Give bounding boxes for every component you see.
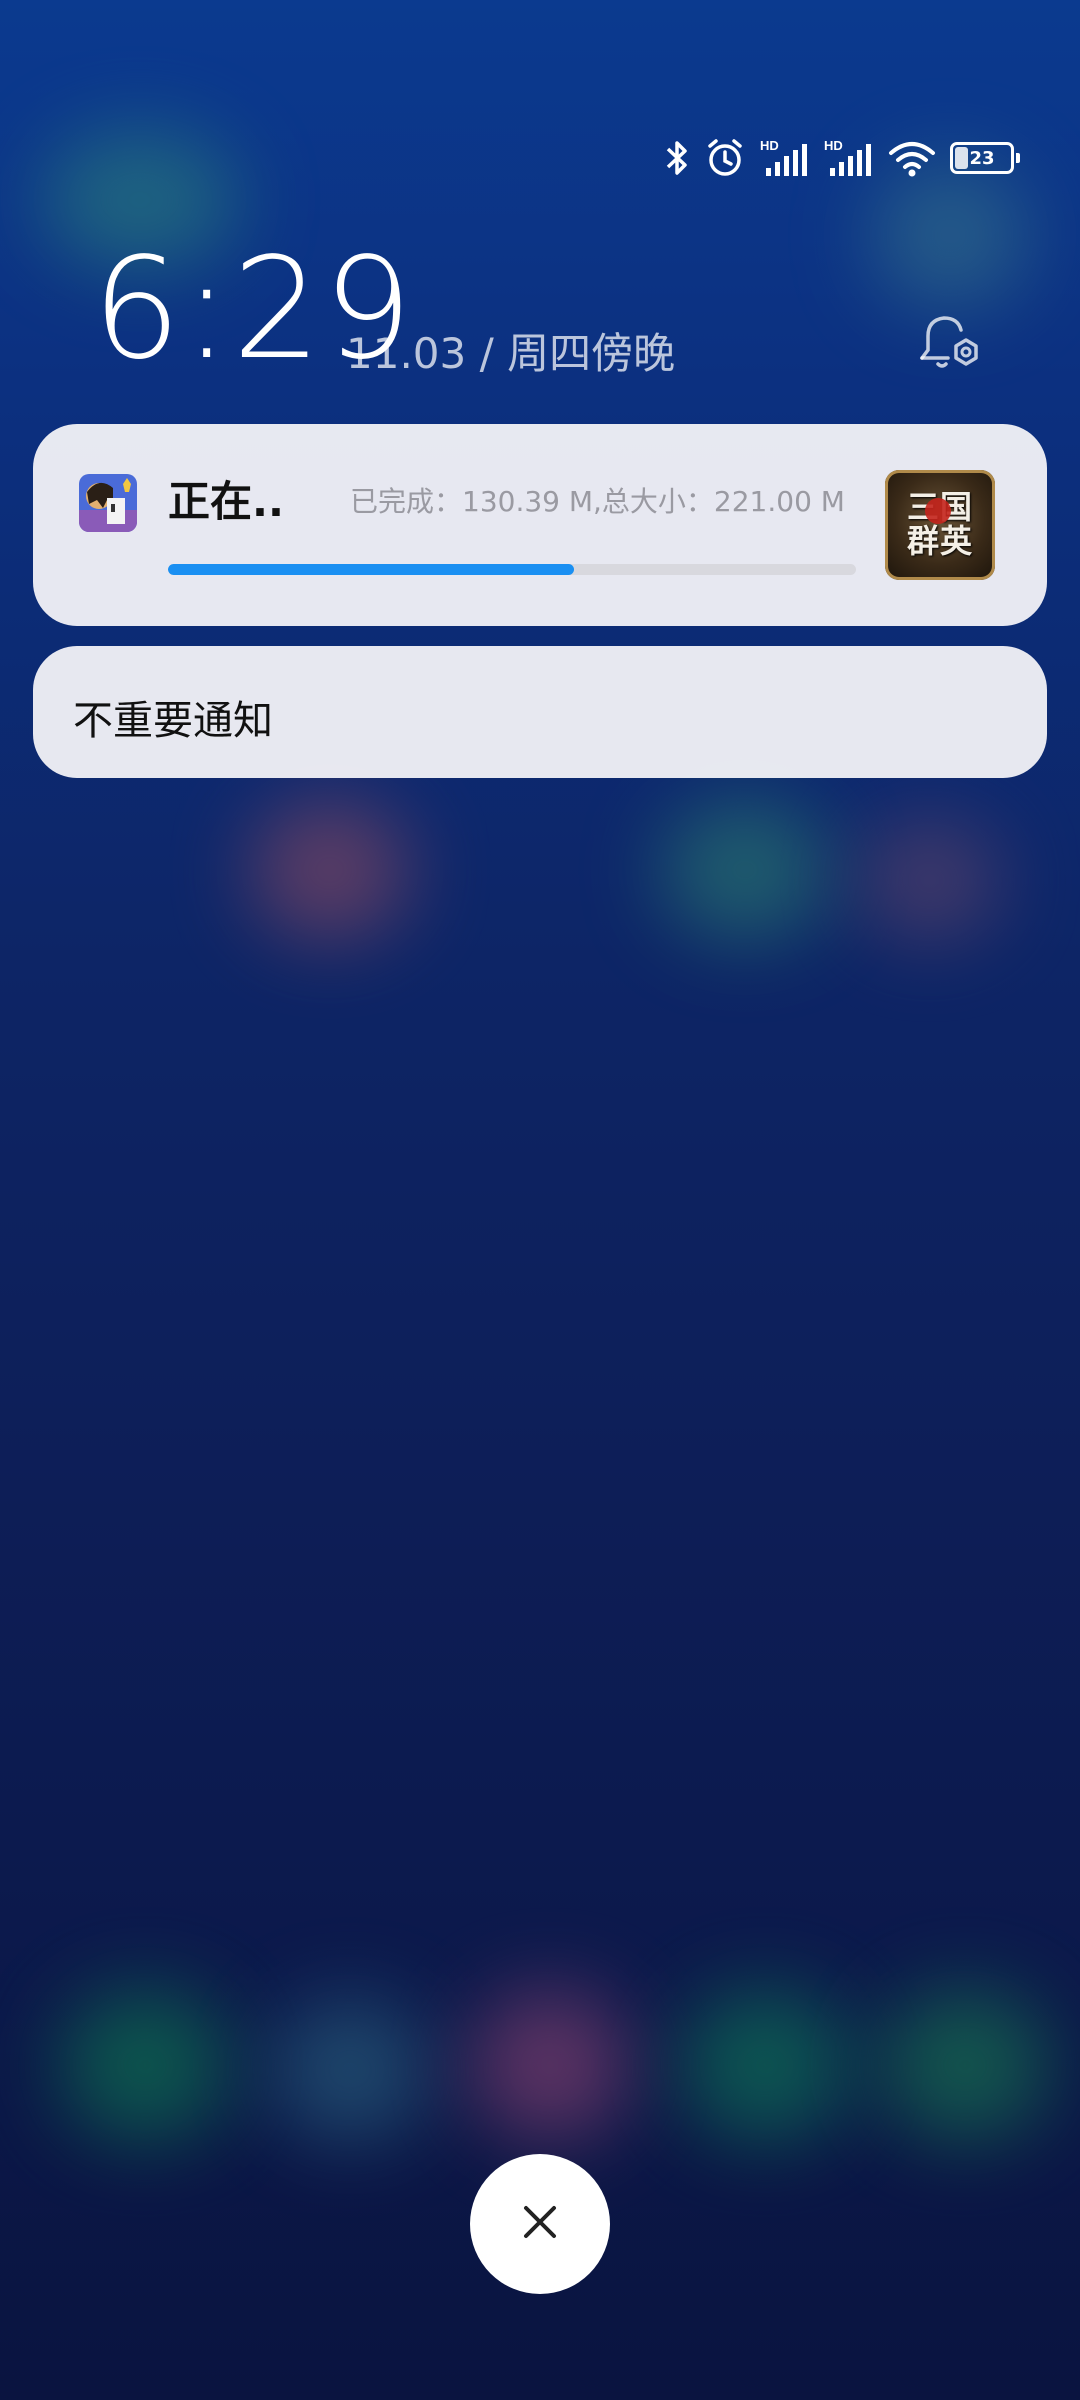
download-progress-text: 已完成：130.39 M,总大小：221.00 M: [350, 485, 845, 518]
bluetooth-icon: [664, 138, 690, 178]
download-notification[interactable]: 正在.. 已完成：130.39 M,总大小：221.00 M 三国 群英: [33, 424, 1047, 626]
battery-tip: [1016, 153, 1020, 163]
hd-label: HD: [760, 138, 779, 153]
alarm-icon: [704, 137, 746, 179]
wallpaper-blob: [680, 1990, 850, 2140]
app-icon: [79, 474, 137, 532]
wallpaper-blob: [270, 2000, 430, 2140]
wallpaper-blob: [660, 800, 830, 940]
wifi-icon: [888, 138, 936, 178]
bell-settings-icon[interactable]: [914, 308, 984, 378]
download-progress-bar: [168, 564, 856, 575]
wallpaper-blob: [860, 820, 1000, 940]
wallpaper-blob: [250, 800, 410, 940]
battery-level: [955, 147, 969, 169]
status-bar: HD HD 23: [664, 130, 1020, 186]
battery-body: 23: [950, 142, 1014, 174]
wallpaper-blob: [880, 1990, 1050, 2140]
wallpaper-blob: [470, 1990, 630, 2140]
hd-signal-icon: HD: [760, 138, 810, 178]
hd-signal-icon: HD: [824, 138, 874, 178]
close-button[interactable]: [470, 2154, 610, 2294]
game-thumbnail: 三国 群英: [885, 470, 995, 580]
download-progress-fill: [168, 564, 574, 575]
notification-title: 正在..: [168, 477, 284, 526]
thumbnail-text-line2: 群英: [906, 522, 973, 560]
wallpaper-blob: [60, 1990, 230, 2140]
close-icon: [520, 2202, 560, 2246]
battery-percentage: 23: [969, 147, 995, 169]
unimportant-notifications[interactable]: 不重要通知: [33, 646, 1047, 778]
battery-icon: 23: [950, 142, 1020, 174]
hd-label: HD: [824, 138, 843, 153]
unimportant-notifications-label: 不重要通知: [73, 698, 273, 744]
lockscreen-date: 11.03 / 周四傍晚: [346, 329, 676, 378]
thumbnail-seal: [925, 498, 951, 524]
